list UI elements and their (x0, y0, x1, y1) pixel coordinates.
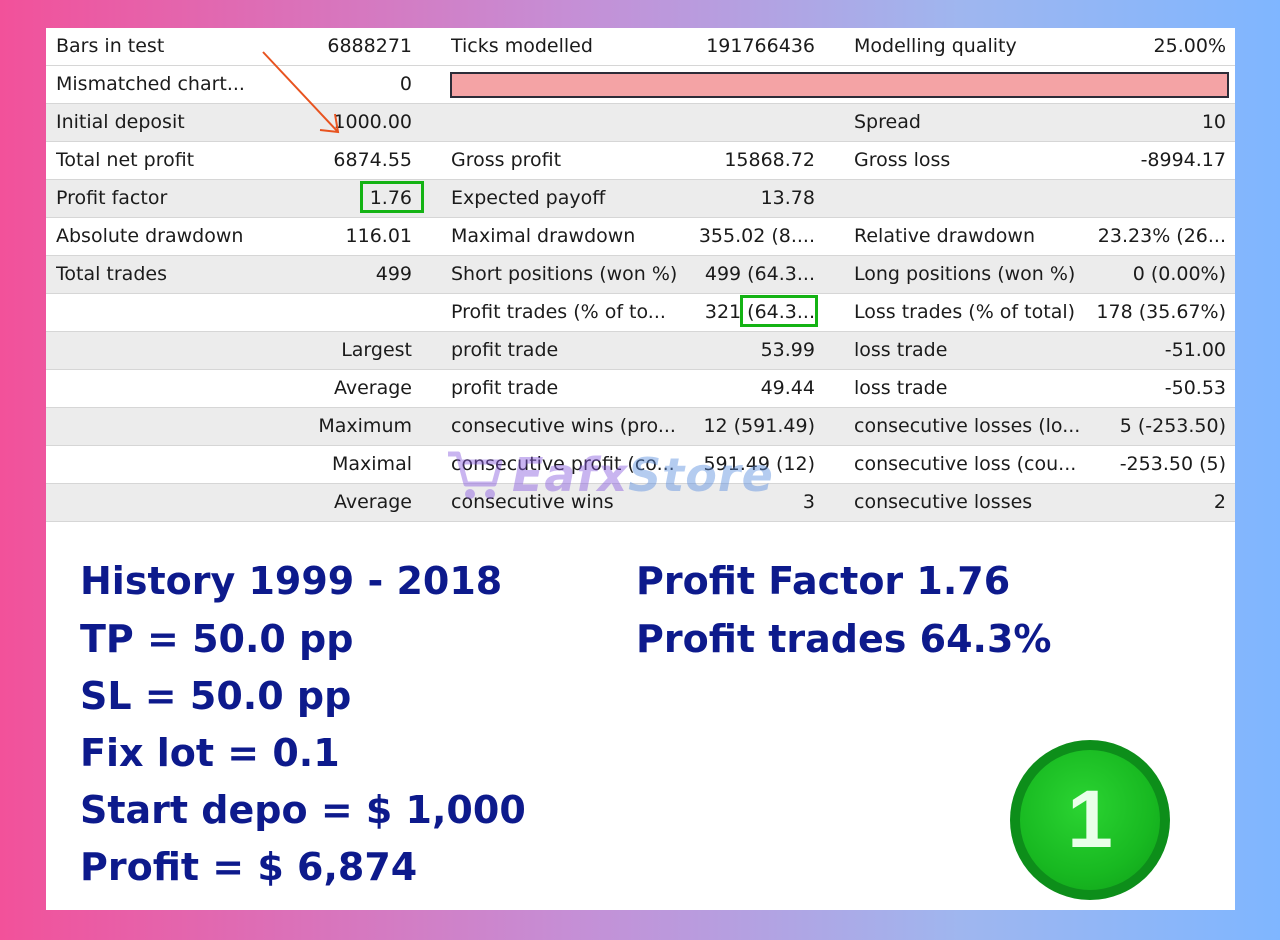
value-average-profit-trade: 49.44 (760, 377, 815, 399)
value-average-loss-trade: -50.53 (1164, 377, 1226, 399)
mismatch-error-bar (450, 72, 1229, 98)
note-history: History 1999 - 2018 (80, 559, 503, 603)
label-consecutive-profit: consecutive profit (co... (451, 453, 675, 475)
table-row: Average profit trade 49.44 loss trade -5… (46, 370, 1235, 408)
label-average: Average (333, 377, 412, 399)
label-bars-in-test: Bars in test (56, 35, 165, 57)
value-absolute-drawdown: 116.01 (345, 225, 412, 247)
table-row: Profit trades (% of to... 321 (64.3... L… (46, 294, 1235, 332)
value-long-positions: 0 (0.00%) (1132, 263, 1226, 285)
value-modelling-quality: 25.00% (1153, 35, 1226, 57)
value-expected-payoff: 13.78 (760, 187, 815, 209)
label-spread: Spread (854, 111, 921, 133)
label-relative-drawdown: Relative drawdown (854, 225, 1035, 247)
label-average-consecutive-wins: consecutive wins (451, 491, 614, 513)
label-total-trades: Total trades (56, 263, 167, 285)
value-largest-profit-trade: 53.99 (760, 339, 815, 361)
badge-number: 1 (1067, 774, 1113, 865)
profit-factor-highlight (360, 181, 424, 213)
label-consecutive-wins: consecutive wins (pro... (451, 415, 676, 437)
label-largest: Largest (341, 339, 412, 361)
number-badge: 1 (1010, 740, 1170, 900)
value-spread: 10 (1201, 111, 1226, 133)
label-profit-trades: Profit trades (% of to... (451, 301, 666, 323)
value-gross-profit: 15868.72 (724, 149, 815, 171)
value-consecutive-losses: 5 (-253.50) (1119, 415, 1226, 437)
value-consecutive-profit: 591.49 (12) (703, 453, 815, 475)
label-maximum: Maximum (318, 415, 412, 437)
label-average-consecutive-losses: consecutive losses (854, 491, 1033, 513)
value-ticks-modelled: 191766436 (706, 35, 815, 57)
label-long-positions: Long positions (won %) (854, 263, 1076, 285)
table-row: Total trades 499 Short positions (won %)… (46, 256, 1235, 294)
table-row: Maximal consecutive profit (co... 591.49… (46, 446, 1235, 484)
note-profit-factor: Profit Factor 1.76 (636, 559, 1011, 603)
label-consecutive-loss: consecutive loss (cou... (854, 453, 1077, 475)
note-start-depo: Start depo = $ 1,000 (80, 788, 526, 832)
label-ticks-modelled: Ticks modelled (451, 35, 593, 57)
label-expected-payoff: Expected payoff (451, 187, 606, 209)
note-sl: SL = 50.0 pp (80, 674, 352, 718)
profit-trades-highlight (740, 295, 818, 327)
value-average-consecutive-wins: 3 (802, 491, 815, 513)
label-modelling-quality: Modelling quality (854, 35, 1017, 57)
value-mismatched-chart: 0 (399, 73, 412, 95)
label-consecutive-losses: consecutive losses (lo... (854, 415, 1081, 437)
value-relative-drawdown: 23.23% (26... (1097, 225, 1226, 247)
value-loss-trades: 178 (35.67%) (1096, 301, 1226, 323)
table-row: Mismatched chart... 0 (46, 66, 1235, 104)
table-row: Profit factor 1.76 Expected payoff 13.78 (46, 180, 1235, 218)
value-short-positions: 499 (64.3... (704, 263, 815, 285)
value-total-net-profit: 6874.55 (333, 149, 412, 171)
note-profit: Profit = $ 6,874 (80, 845, 418, 889)
label-largest-loss-trade: loss trade (854, 339, 948, 361)
label-maximal-drawdown: Maximal drawdown (451, 225, 636, 247)
table-row: Absolute drawdown 116.01 Maximal drawdow… (46, 218, 1235, 256)
note-fix-lot: Fix lot = 0.1 (80, 731, 340, 775)
note-profit-trades: Profit trades 64.3% (636, 617, 1052, 661)
table-row: Bars in test 6888271 Ticks modelled 1917… (46, 28, 1235, 66)
value-largest-loss-trade: -51.00 (1164, 339, 1226, 361)
value-initial-deposit: 1000.00 (333, 111, 412, 133)
table-row: Average consecutive wins 3 consecutive l… (46, 484, 1235, 522)
value-gross-loss: -8994.17 (1140, 149, 1226, 171)
value-consecutive-loss: -253.50 (5) (1119, 453, 1226, 475)
note-tp: TP = 50.0 pp (80, 617, 354, 661)
value-total-trades: 499 (375, 263, 412, 285)
label-loss-trades: Loss trades (% of total) (854, 301, 1076, 323)
strategy-tester-report: Bars in test 6888271 Ticks modelled 1917… (46, 28, 1235, 522)
table-row: Initial deposit 1000.00 Spread 10 (46, 104, 1235, 142)
value-bars-in-test: 6888271 (327, 35, 412, 57)
table-row: Largest profit trade 53.99 loss trade -5… (46, 332, 1235, 370)
table-row: Maximum consecutive wins (pro... 12 (591… (46, 408, 1235, 446)
label-mismatched-chart: Mismatched chart... (56, 73, 245, 95)
value-maximal-drawdown: 355.02 (8.... (698, 225, 815, 247)
label-absolute-drawdown: Absolute drawdown (56, 225, 244, 247)
label-maximal: Maximal (332, 453, 412, 475)
value-average-consecutive-losses: 2 (1213, 491, 1226, 513)
label-gross-profit: Gross profit (451, 149, 562, 171)
value-consecutive-wins: 12 (591.49) (703, 415, 815, 437)
label-total-net-profit: Total net profit (56, 149, 195, 171)
label-average-consecutive: Average (333, 491, 412, 513)
label-gross-loss: Gross loss (854, 149, 951, 171)
table-row: Total net profit 6874.55 Gross profit 15… (46, 142, 1235, 180)
label-short-positions: Short positions (won %) (451, 263, 676, 285)
report-panel: Bars in test 6888271 Ticks modelled 1917… (46, 28, 1235, 910)
label-largest-profit-trade: profit trade (451, 339, 559, 361)
label-initial-deposit: Initial deposit (56, 111, 185, 133)
label-average-loss-trade: loss trade (854, 377, 948, 399)
label-profit-factor: Profit factor (56, 187, 168, 209)
label-average-profit-trade: profit trade (451, 377, 559, 399)
